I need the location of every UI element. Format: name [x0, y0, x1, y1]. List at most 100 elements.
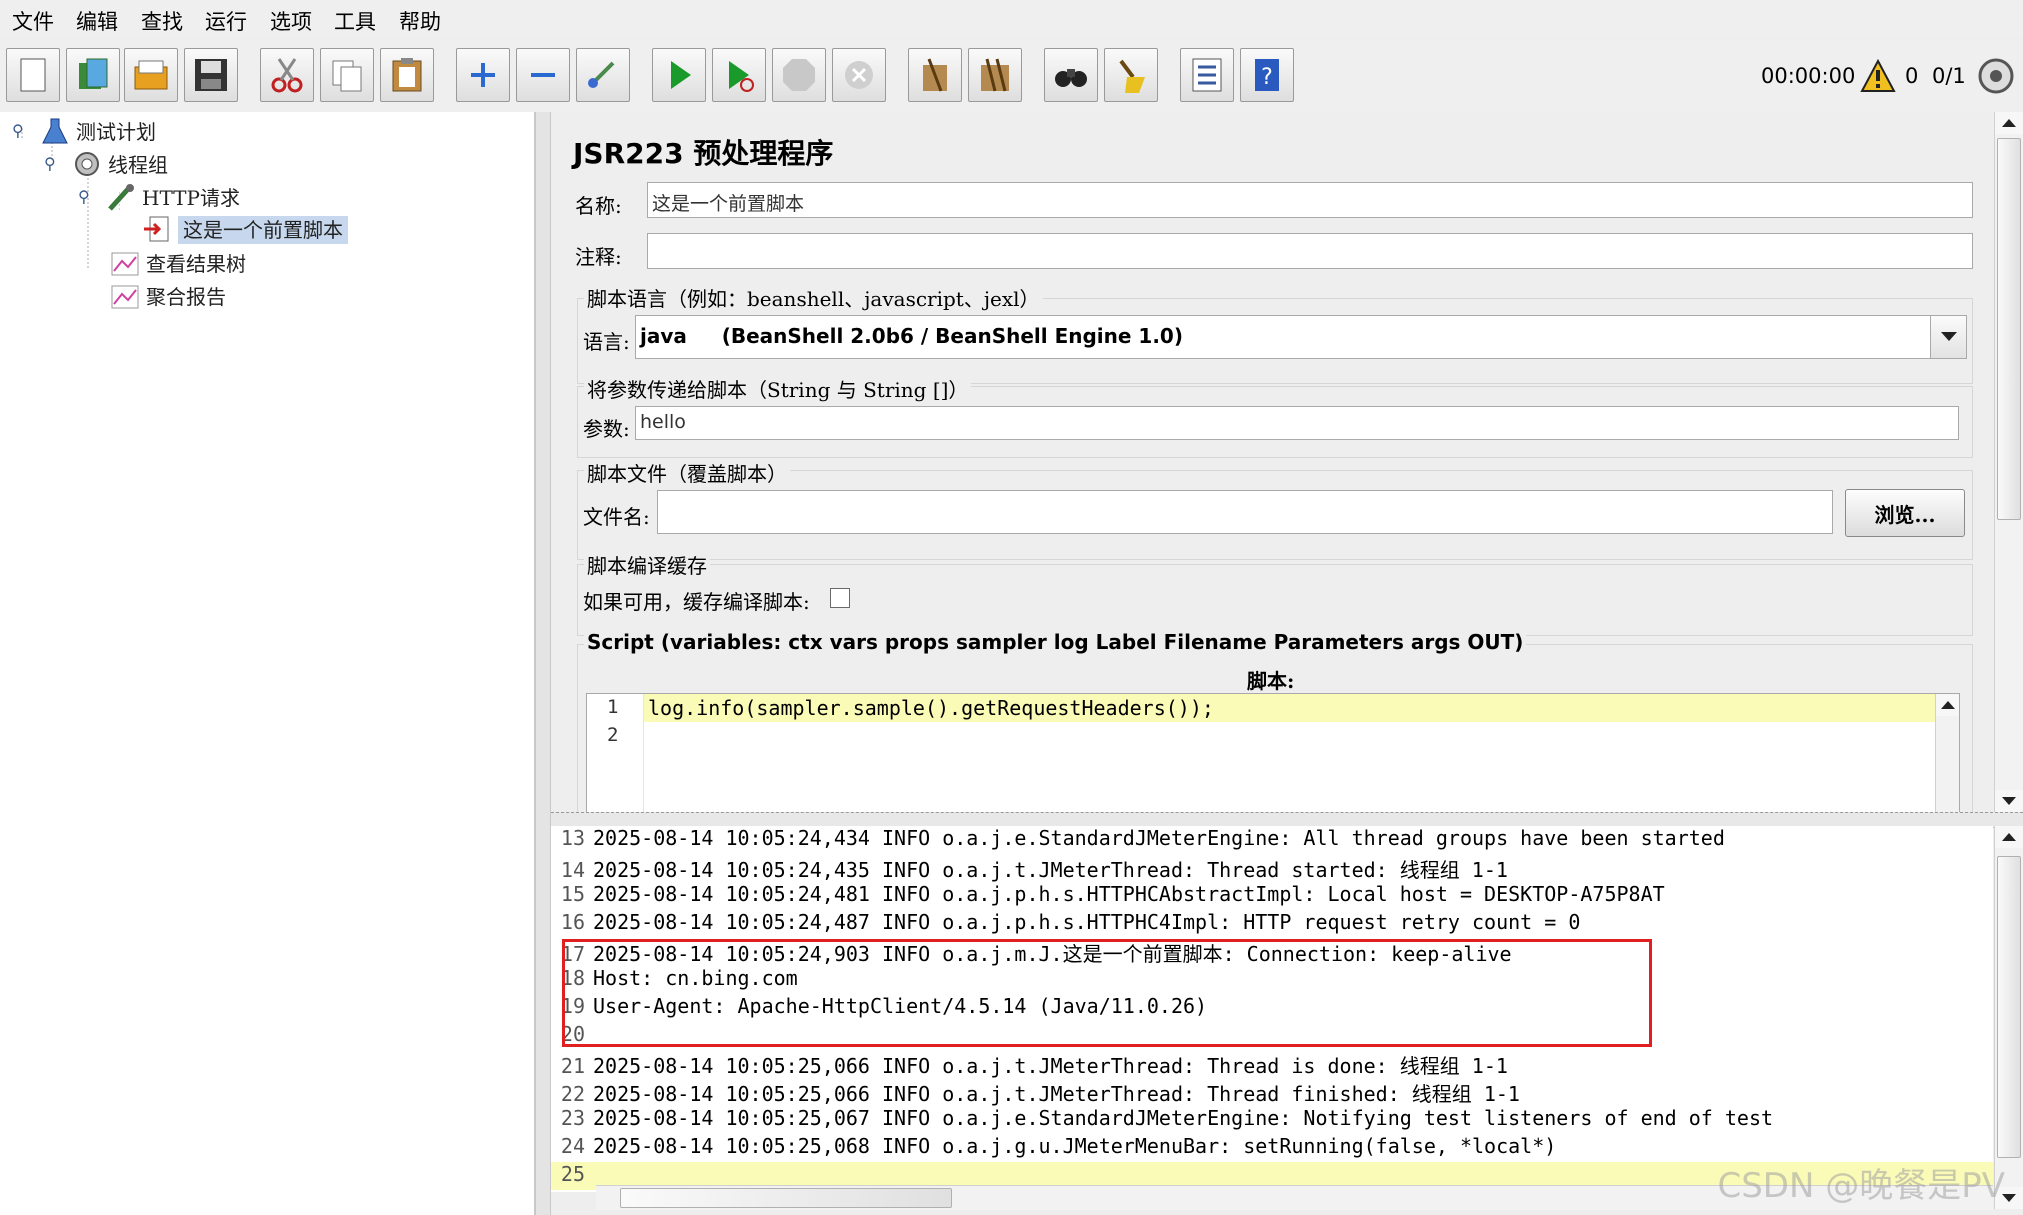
toggle-icon — [588, 61, 615, 88]
elapsed-timer: 00:00:00 — [1761, 64, 1856, 88]
tree-toggle-icon[interactable]: ⚲ — [12, 121, 40, 140]
scroll-thumb[interactable] — [1997, 138, 2021, 520]
scroll-up-icon[interactable] — [1995, 112, 2023, 134]
tree-item-pre-script[interactable]: 这是一个前置脚本 — [142, 214, 348, 244]
chevron-down-icon[interactable] — [1930, 316, 1966, 358]
active-threads: 0/1 — [1932, 64, 1966, 88]
preprocessor-icon — [144, 216, 169, 241]
templates-icon — [79, 58, 108, 89]
tree-item-thread-group[interactable]: ⚲ 线程组 — [44, 149, 168, 178]
log-line: 24 2025-08-14 10:05:25,068 INFO o.a.j.g.u… — [560, 1134, 1557, 1158]
script-label: 脚本: — [1247, 669, 1295, 693]
tree-toggle-icon[interactable]: ⚲ — [44, 154, 72, 173]
copy-icon — [332, 60, 362, 92]
cut-button[interactable] — [260, 48, 314, 102]
listener-chart-icon — [111, 252, 139, 275]
filename-field[interactable] — [657, 490, 1833, 534]
log-line: 14 2025-08-14 10:05:24,435 INFO o.a.j.t.J… — [560, 858, 1508, 882]
warning-icon[interactable] — [1860, 58, 1896, 94]
expand-button[interactable] — [456, 48, 510, 102]
start-no-pause-icon — [729, 61, 754, 92]
scroll-thumb[interactable] — [620, 1188, 952, 1208]
menu-run[interactable]: 运行 — [205, 6, 247, 36]
paste-button[interactable] — [380, 48, 434, 102]
cut-icon — [271, 58, 303, 93]
log-scrollbar[interactable] — [1994, 826, 2023, 1209]
menu-file[interactable]: 文件 — [12, 6, 54, 36]
parameters-group-title: 将参数传递给脚本（String 与 String []） — [584, 374, 972, 403]
menu-edit[interactable]: 编辑 — [76, 6, 118, 36]
start-no-pause-button[interactable] — [712, 48, 766, 102]
open-icon — [134, 60, 168, 90]
paste-icon — [392, 58, 422, 92]
toggle-button[interactable] — [576, 48, 630, 102]
new-button[interactable] — [6, 48, 60, 102]
comment-label: 注释: — [575, 245, 622, 269]
language-select[interactable]: java (BeanShell 2.0b6 / BeanShell Engine… — [635, 315, 1967, 359]
tree-item-aggregate-report[interactable]: 聚合报告 — [110, 281, 226, 310]
menu-help[interactable]: 帮助 — [399, 6, 441, 36]
clear-button[interactable] — [908, 48, 962, 102]
save-button[interactable] — [184, 48, 238, 102]
scroll-up-icon[interactable] — [1936, 694, 1959, 716]
language-label: 语言: — [583, 330, 630, 354]
menu-search[interactable]: 查找 — [141, 6, 183, 36]
cache-label: 如果可用，缓存编译脚本: — [583, 590, 810, 614]
shutdown-icon — [845, 61, 873, 89]
scroll-down-icon[interactable] — [1995, 790, 2023, 812]
listener-chart-icon — [111, 285, 139, 308]
menu-tools[interactable]: 工具 — [334, 6, 376, 36]
search-button[interactable] — [1044, 48, 1098, 102]
templates-button[interactable] — [66, 48, 120, 102]
log-line: 13 2025-08-14 10:05:24,434 INFO o.a.j.e.S… — [560, 826, 1725, 850]
pipette-icon — [108, 183, 134, 211]
filename-label: 文件名: — [583, 505, 650, 529]
scroll-up-icon[interactable] — [1995, 826, 2023, 848]
log-line: 21 2025-08-14 10:05:25,066 INFO o.a.j.t.J… — [560, 1054, 1508, 1078]
help-button[interactable]: ? — [1240, 48, 1294, 102]
clear-all-icon — [981, 58, 1009, 92]
log-line: 15 2025-08-14 10:05:24,481 INFO o.a.j.p.h… — [560, 882, 1665, 906]
line-number-gutter: 1 2 — [587, 694, 644, 812]
script-editor[interactable]: 1 2 log.info(sampler.sample().getRequest… — [586, 693, 1960, 813]
function-helper-icon — [1192, 58, 1222, 92]
collapse-button[interactable] — [516, 48, 570, 102]
panel-scrollbar[interactable] — [1994, 112, 2023, 812]
stop-button[interactable] — [772, 48, 826, 102]
tree-item-http-request[interactable]: ⚲ HTTP请求 — [78, 182, 240, 211]
start-button[interactable] — [652, 48, 706, 102]
vertical-splitter[interactable] — [536, 112, 551, 1215]
menu-options[interactable]: 选项 — [270, 6, 312, 36]
name-field[interactable]: 这是一个前置脚本 — [647, 182, 1973, 218]
function-helper-button[interactable] — [1180, 48, 1234, 102]
toolbar: ? 00:00:00 0 0/1 — [0, 40, 2023, 113]
gear-icon — [75, 151, 99, 176]
cache-checkbox[interactable] — [830, 588, 850, 608]
log-line: 16 2025-08-14 10:05:24,487 INFO o.a.j.p.h… — [560, 910, 1581, 934]
page-title: JSR223 预处理程序 — [573, 137, 834, 170]
test-plan-tree: ⚲ 测试计划 ⚲ 线程组 ⚲ HTTP请求 这是一个前置脚本 查看结果树 聚合报告 — [0, 112, 536, 1215]
expand-icon — [471, 63, 495, 87]
language-select-value: java (BeanShell 2.0b6 / BeanShell Engine… — [640, 324, 1183, 348]
comment-field[interactable] — [647, 233, 1973, 269]
tree-toggle-icon[interactable]: ⚲ — [78, 187, 106, 206]
browse-button[interactable]: 浏览... — [1845, 489, 1965, 537]
watermark: CSDN @晚餐是PV — [1717, 1166, 2005, 1206]
save-icon — [195, 59, 227, 91]
log-line: 23 2025-08-14 10:05:25,067 INFO o.a.j.e.S… — [560, 1106, 1774, 1130]
highlight-box — [562, 939, 1652, 1047]
shutdown-button[interactable] — [832, 48, 886, 102]
open-button[interactable] — [124, 48, 178, 102]
code-line-1[interactable]: log.info(sampler.sample().getRequestHead… — [644, 694, 1935, 722]
tree-item-view-results-tree[interactable]: 查看结果树 — [110, 248, 246, 277]
copy-button[interactable] — [320, 48, 374, 102]
code-text: log.info(sampler.sample().getRequestHead… — [648, 696, 1214, 720]
editor-scrollbar[interactable] — [1935, 694, 1959, 812]
scroll-thumb[interactable] — [1997, 856, 2021, 1158]
reset-search-button[interactable] — [1104, 48, 1158, 102]
warning-count: 0 — [1905, 64, 1919, 88]
parameters-field[interactable]: hello — [635, 406, 1959, 440]
svg-text:?: ? — [1261, 65, 1273, 90]
tree-item-test-plan[interactable]: ⚲ 测试计划 — [12, 116, 156, 145]
clear-all-button[interactable] — [968, 48, 1022, 102]
